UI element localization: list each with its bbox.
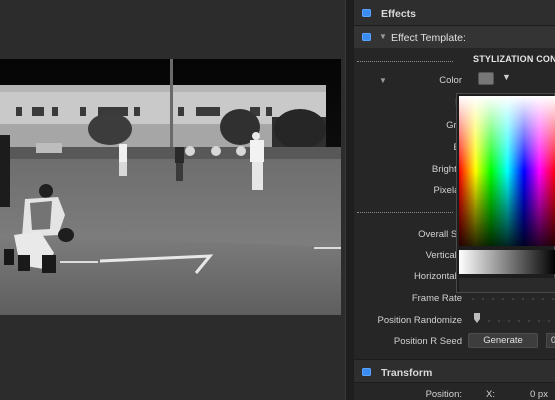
viewer-panel <box>0 0 345 400</box>
position-label: Position: <box>425 389 462 400</box>
param-color-label: Color <box>439 75 462 86</box>
effect-template-checkbox[interactable] <box>362 33 371 41</box>
grayscale-ramp[interactable] <box>459 250 555 274</box>
disclosure-triangle-icon[interactable]: ▼ <box>379 32 387 41</box>
color-picker-popover <box>456 93 555 293</box>
baseball-scene-image <box>0 59 341 315</box>
param-frame-rate-label: Frame Rate <box>411 293 462 304</box>
param-position-randomize-label: Position Randomize <box>377 315 463 326</box>
effects-title: Effects <box>381 8 417 20</box>
param-position-r-seed-label: Position R Seed <box>393 336 462 347</box>
group-divider <box>357 61 453 62</box>
panel-divider[interactable] <box>345 0 354 400</box>
effects-section-header[interactable]: Effects <box>354 0 555 26</box>
group-divider-2 <box>357 212 453 213</box>
position-randomize-slider[interactable] <box>484 319 554 323</box>
video-frame <box>0 59 341 315</box>
color-disclosure-icon[interactable]: ▼ <box>379 76 387 85</box>
color-spectrum[interactable] <box>459 96 555 246</box>
param-horizontal-label: Horizontal I <box>413 271 462 282</box>
stylization-controls-title: STYLIZATION CON <box>473 54 555 64</box>
seed-value-field[interactable]: 0 <box>546 333 555 348</box>
transform-enable-checkbox[interactable] <box>362 368 371 376</box>
transform-title: Transform <box>381 367 433 379</box>
frame-rate-slider[interactable] <box>468 297 554 301</box>
x-value-field[interactable]: 0 px <box>530 389 548 400</box>
effect-template-header[interactable]: ▼ Effect Template: <box>354 26 555 48</box>
x-label: X: <box>486 389 495 400</box>
transform-section-header[interactable]: Transform <box>354 359 555 383</box>
generate-button[interactable]: Generate <box>468 333 538 348</box>
picker-footer <box>459 278 555 292</box>
slider-thumb-icon[interactable] <box>473 313 481 323</box>
effect-template-title: Effect Template: <box>391 32 466 44</box>
color-swatch[interactable] <box>478 72 494 85</box>
chevron-down-icon[interactable]: ▼ <box>502 72 511 82</box>
effects-enable-checkbox[interactable] <box>362 9 371 17</box>
